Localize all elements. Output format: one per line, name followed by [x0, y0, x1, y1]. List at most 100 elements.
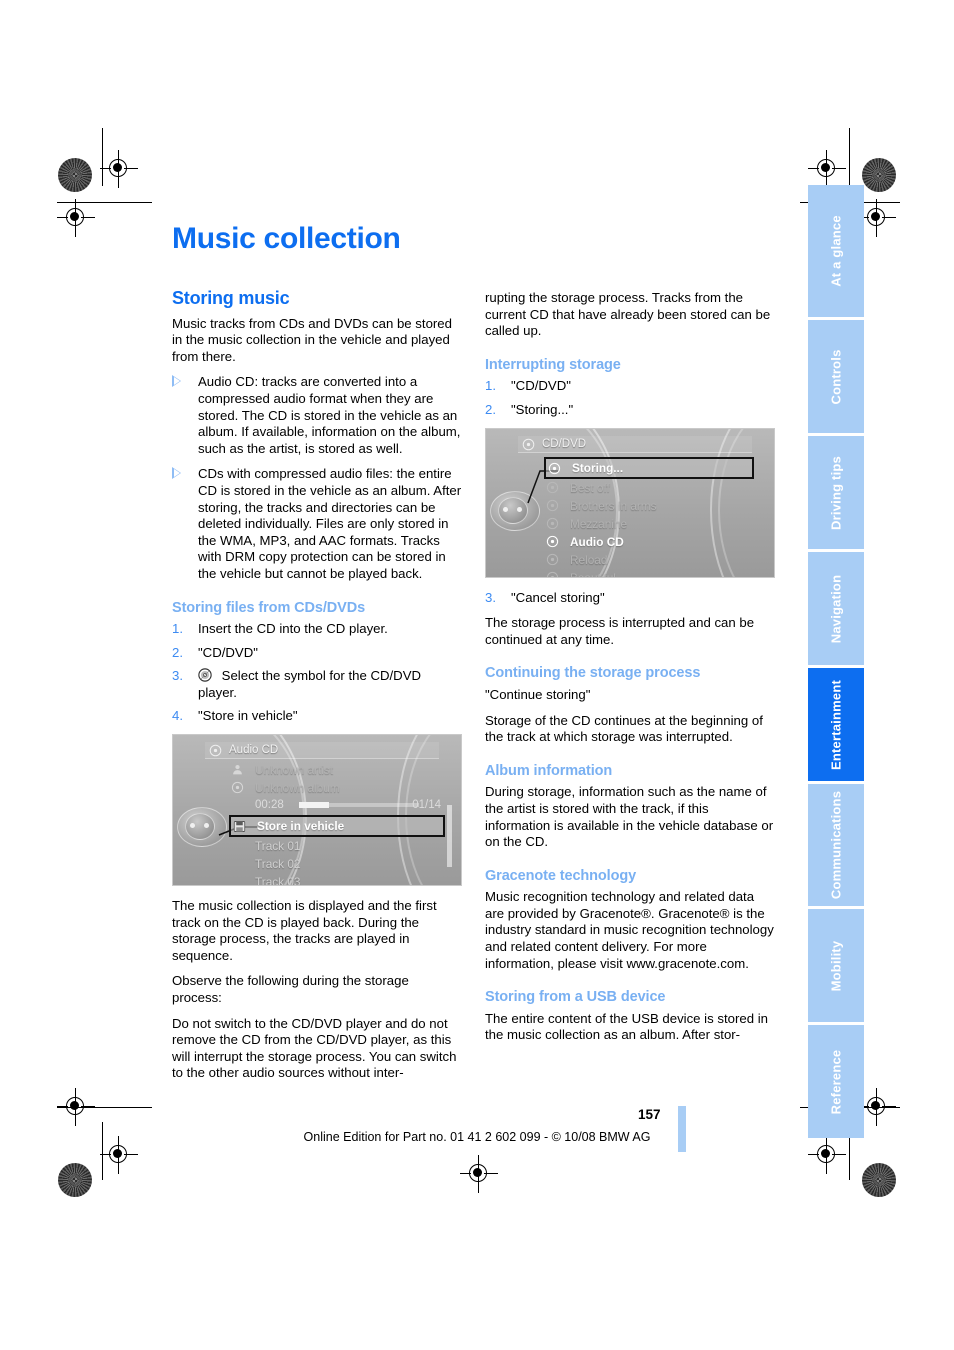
- sidebar-item-navigation[interactable]: Navigation: [808, 552, 864, 665]
- tab-label: Driving tips: [828, 455, 844, 530]
- step-item: 4. "Store in vehicle": [172, 708, 462, 725]
- step-number: 2.: [172, 644, 183, 660]
- step-text: "Store in vehicle": [198, 708, 298, 724]
- screen-row-list: Unknown artist Unknown album: [229, 761, 445, 797]
- figure-audio-cd-screen: Audio CD Unknown artist Unknown album 00…: [172, 734, 462, 887]
- menu-item-audio-cd[interactable]: Audio CD: [544, 533, 754, 551]
- screen-menu-list: Storing... Best off Brothers in arms Mez…: [544, 456, 754, 578]
- tab-label: Navigation: [828, 574, 844, 643]
- list-item-album: Unknown album: [229, 779, 445, 797]
- list-item-artist: Unknown artist: [229, 761, 445, 779]
- menu-item-album[interactable]: Best off: [544, 479, 754, 497]
- continuation-paragraph: rupting the storage process. Tracks from…: [485, 290, 771, 339]
- trim-line-top-horizontal: [57, 202, 152, 204]
- step-item: 3. Select the symbol for the CD/DVD play…: [172, 668, 462, 701]
- step-item: 1. "CD/DVD": [485, 378, 775, 395]
- triangle-bullet-icon: [172, 467, 181, 480]
- sub-heading-interrupting-storage: Interrupting storage: [485, 356, 621, 373]
- paragraph-after-figure-2: Observe the following during the storage…: [172, 973, 409, 1006]
- sidebar-item-at-a-glance[interactable]: At a glance: [808, 185, 864, 317]
- tab-label: At a glance: [828, 215, 844, 287]
- step-number: 1.: [485, 378, 496, 394]
- step-text: "CD/DVD": [511, 378, 571, 394]
- sub-heading-storing-files: Storing files from CDs/DVDs: [172, 599, 366, 616]
- halftone-dot-top-left: [58, 158, 92, 192]
- step-number: 1.: [172, 621, 183, 637]
- cd-disc-icon: [209, 744, 222, 763]
- step-number: 3.: [485, 589, 496, 605]
- step-item: 2. "Storing...": [485, 402, 775, 419]
- cd-disc-icon: [231, 781, 244, 799]
- tab-label: Communications: [828, 790, 844, 900]
- step-text: Insert the CD into the CD player.: [198, 621, 388, 637]
- step-list-interrupting: 1. "CD/DVD" 2. "Storing...": [485, 378, 775, 418]
- scrollbar[interactable]: [447, 805, 452, 868]
- paragraph-storage-continues: Storage of the CD continues at the begin…: [485, 712, 763, 745]
- halftone-dot-bottom-right: [862, 1163, 896, 1197]
- track-label: Track 01: [255, 839, 301, 854]
- step-number: 4.: [172, 708, 183, 724]
- paragraph-interrupted: The storage process is interrupted and c…: [485, 615, 755, 647]
- tab-label: Entertainment: [828, 679, 844, 770]
- cd-disc-icon: [522, 438, 535, 457]
- section-heading-storing-music: Storing music: [172, 288, 290, 308]
- step-list-storing-files: 1. Insert the CD into the CD player. 2. …: [172, 621, 462, 725]
- menu-item-label: Beautiful: [570, 570, 616, 578]
- menu-item-album[interactable]: Reload: [544, 551, 754, 569]
- menu-item-album[interactable]: Brothers in arms: [544, 497, 754, 515]
- sub-heading-storing-from-usb: Storing from a USB device: [485, 989, 666, 1006]
- paragraph-after-figure-1: The music collection is displayed and th…: [172, 898, 437, 963]
- menu-item-track[interactable]: Track 03: [229, 873, 445, 885]
- progress-bar: [299, 802, 419, 809]
- tab-label: Reference: [828, 1049, 844, 1114]
- chapter-tab-rail: At a glance Controls Driving tips Naviga…: [808, 185, 864, 1141]
- menu-item-store-in-vehicle[interactable]: Store in vehicle: [229, 815, 445, 838]
- step-item: 1. Insert the CD into the CD player.: [172, 621, 462, 638]
- registration-mark-top-left: [100, 150, 138, 188]
- step-item: 2. "CD/DVD": [172, 645, 462, 662]
- paragraph-after-figure-3: Do not switch to the CD/DVD player and d…: [172, 1015, 457, 1081]
- elapsed-time: 00:28: [255, 799, 284, 812]
- step-list-cancel: 3. "Cancel storing": [485, 590, 775, 607]
- menu-item-storing[interactable]: Storing...: [544, 456, 754, 479]
- registration-mark-top-left-2: [57, 199, 95, 237]
- triangle-bullet-icon: [172, 375, 181, 388]
- bullet-text: Audio CD: tracks are converted into a co…: [198, 374, 461, 456]
- paragraph-album-information: During storage, information such as the …: [485, 784, 774, 850]
- tab-label: Controls: [828, 348, 844, 405]
- left-column: Storing music Music tracks from CDs and …: [172, 288, 462, 1091]
- menu-item-album[interactable]: Mezzanine: [544, 515, 754, 533]
- footer-text: Online Edition for Part no. 01 41 2 602 …: [303, 1130, 651, 1144]
- menu-item-track[interactable]: Track 01: [229, 837, 445, 855]
- menu-item-track[interactable]: Track 02: [229, 855, 445, 873]
- menu-item-label: Brothers in arms: [570, 498, 657, 513]
- menu-item-album[interactable]: Beautiful: [544, 569, 754, 578]
- manual-page: Music collection Storing music Music tra…: [0, 0, 954, 1350]
- sidebar-item-driving-tips[interactable]: Driving tips: [808, 436, 864, 549]
- sidebar-item-controls[interactable]: Controls: [808, 320, 864, 433]
- sub-heading-album-information: Album information: [485, 762, 613, 779]
- step-text: Select the symbol for the CD/DVD player.: [198, 668, 422, 700]
- cd-disc-icon: [546, 571, 559, 577]
- track-counter: 01/14: [412, 799, 441, 812]
- registration-mark-top-right: [808, 150, 846, 188]
- right-column: rupting the storage process. Tracks from…: [485, 290, 775, 1053]
- cd-disc-icon: [198, 668, 212, 682]
- halftone-dot-bottom-left: [58, 1163, 92, 1197]
- sub-heading-continuing-storage: Continuing the storage process: [485, 665, 701, 682]
- sub-heading-gracenote-technology: Gracenote technology: [485, 867, 637, 884]
- album-name: Unknown album: [255, 781, 340, 796]
- sidebar-item-communications[interactable]: Communications: [808, 784, 864, 906]
- sidebar-item-entertainment[interactable]: Entertainment: [808, 668, 864, 781]
- page-title: Music collection: [172, 222, 401, 255]
- screen-menu-list: Store in vehicle Track 01 Track 02 Track…: [229, 815, 445, 885]
- intro-paragraph: Music tracks from CDs and DVDs can be st…: [172, 315, 452, 364]
- page-number-bar: [678, 1106, 686, 1152]
- sidebar-item-reference[interactable]: Reference: [808, 1025, 864, 1138]
- tab-label: Mobility: [828, 940, 844, 991]
- menu-item-label: Storing...: [572, 460, 624, 475]
- sidebar-item-mobility[interactable]: Mobility: [808, 909, 864, 1022]
- trim-line-right-vertical: [849, 128, 851, 186]
- paragraph-continue-storing: "Continue storing": [485, 686, 591, 702]
- menu-item-label: Best off: [570, 480, 610, 495]
